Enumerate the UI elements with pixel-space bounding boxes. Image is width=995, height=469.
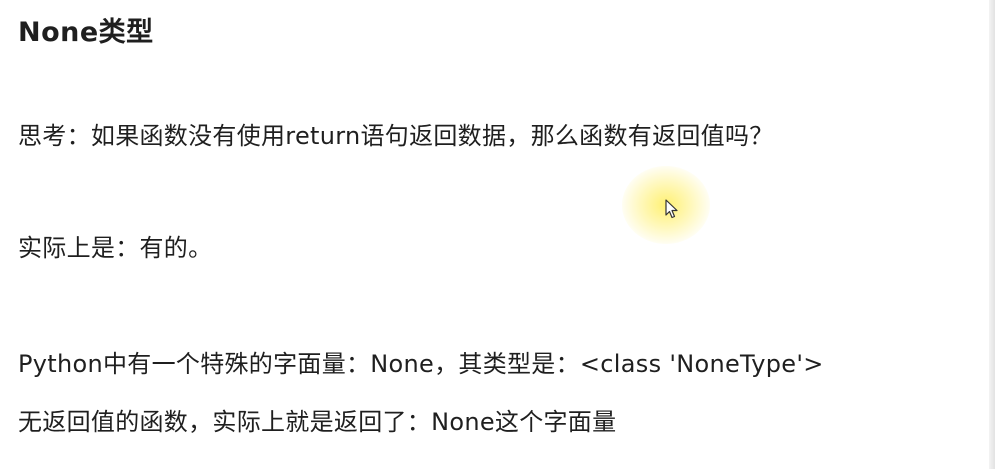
question-text: 思考：如果函数没有使用return语句返回数据，那么函数有返回值吗？ <box>18 122 774 150</box>
mouse-pointer-icon <box>665 199 678 219</box>
no-return-explanation-text: 无返回值的函数，实际上就是返回了：None这个字面量 <box>18 408 617 436</box>
right-edge-shadow <box>989 0 995 469</box>
page-title: None类型 <box>18 17 154 48</box>
none-literal-text: Python中有一个特殊的字面量：None，其类型是：<class 'NoneT… <box>18 350 824 378</box>
answer-text: 实际上是：有的。 <box>18 234 213 262</box>
